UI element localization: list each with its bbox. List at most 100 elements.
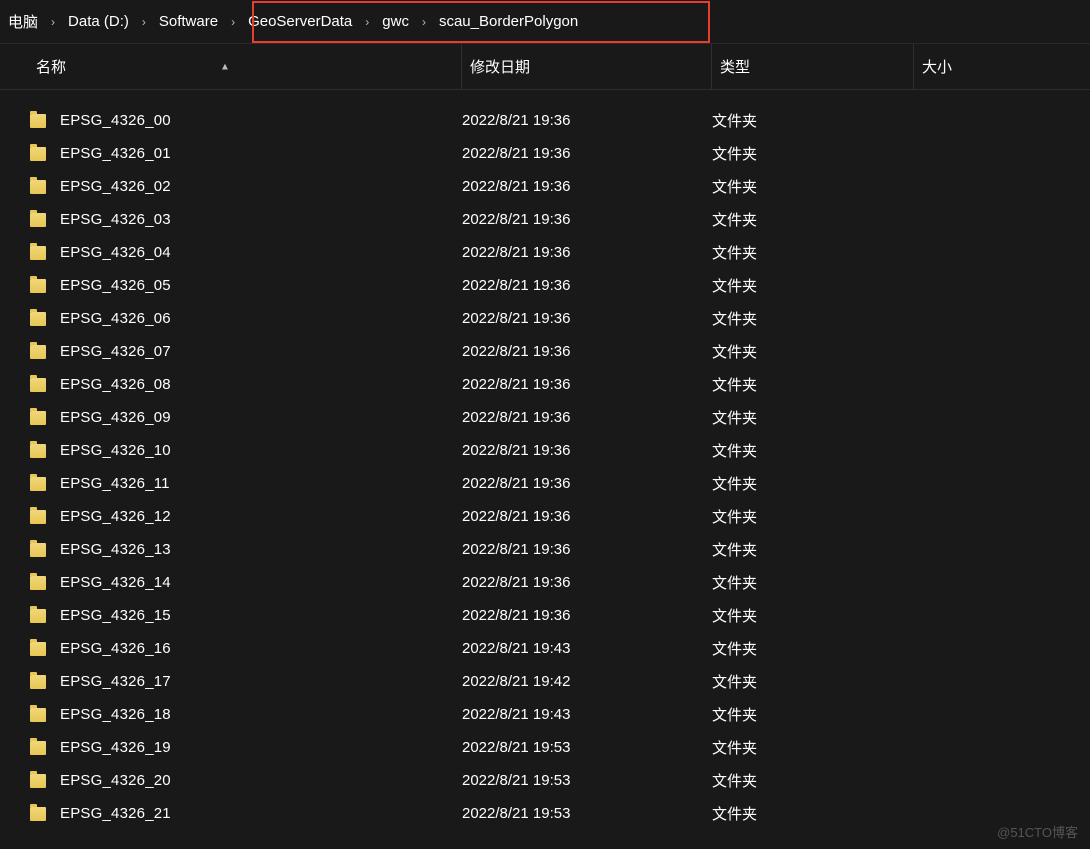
table-row[interactable]: EPSG_4326_142022/8/21 19:36文件夹 xyxy=(0,566,1090,599)
chevron-right-icon[interactable]: › xyxy=(222,15,244,29)
cell-name: EPSG_4326_02 xyxy=(30,178,462,195)
column-header-type[interactable]: 类型 xyxy=(712,44,914,89)
folder-icon xyxy=(30,345,46,359)
folder-icon xyxy=(30,180,46,194)
cell-date: 2022/8/21 19:36 xyxy=(462,178,712,195)
table-row[interactable]: EPSG_4326_07 2022/8/21 19:36文件夹 xyxy=(0,335,1090,368)
table-row[interactable]: EPSG_4326_132022/8/21 19:36文件夹 xyxy=(0,533,1090,566)
breadcrumb-item[interactable]: Data (D:) xyxy=(64,7,133,36)
table-row[interactable]: EPSG_4326_212022/8/21 19:53文件夹 xyxy=(0,797,1090,830)
table-row[interactable]: EPSG_4326_152022/8/21 19:36文件夹 xyxy=(0,599,1090,632)
file-name: EPSG_4326_11 xyxy=(60,475,170,492)
cell-type: 文件夹 xyxy=(712,572,914,593)
breadcrumb-label: Data (D:) xyxy=(68,13,129,30)
table-row[interactable]: EPSG_4326_182022/8/21 19:43文件夹 xyxy=(0,698,1090,731)
cell-type: 文件夹 xyxy=(712,638,914,659)
watermark: @51CTO博客 xyxy=(997,822,1078,841)
breadcrumb-label: GeoServerData xyxy=(248,13,352,30)
cell-name: EPSG_4326_09 xyxy=(30,409,462,426)
file-name: EPSG_4326_19 xyxy=(60,739,171,756)
cell-type: 文件夹 xyxy=(712,341,914,362)
cell-date: 2022/8/21 19:36 xyxy=(462,343,712,360)
file-name: EPSG_4326_07 xyxy=(60,343,171,360)
cell-name: EPSG_4326_05 xyxy=(30,277,462,294)
cell-name: EPSG_4326_17 xyxy=(30,673,462,690)
table-row[interactable]: EPSG_4326_192022/8/21 19:53文件夹 xyxy=(0,731,1090,764)
table-row[interactable]: EPSG_4326_112022/8/21 19:36文件夹 xyxy=(0,467,1090,500)
file-name: EPSG_4326_09 xyxy=(60,409,171,426)
cell-type: 文件夹 xyxy=(712,770,914,791)
file-name: EPSG_4326_14 xyxy=(60,574,171,591)
folder-icon xyxy=(30,114,46,128)
cell-type: 文件夹 xyxy=(712,209,914,230)
breadcrumb-item[interactable]: gwc xyxy=(378,7,413,36)
cell-name: EPSG_4326_08 xyxy=(30,376,462,393)
table-row[interactable]: EPSG_4326_122022/8/21 19:36文件夹 xyxy=(0,500,1090,533)
file-name: EPSG_4326_05 xyxy=(60,277,171,294)
table-row[interactable]: EPSG_4326_162022/8/21 19:43文件夹 xyxy=(0,632,1090,665)
column-header-size[interactable]: 大小 xyxy=(914,44,1090,89)
folder-icon xyxy=(30,477,46,491)
cell-date: 2022/8/21 19:36 xyxy=(462,277,712,294)
breadcrumb-item[interactable]: GeoServerData xyxy=(244,7,356,36)
table-row[interactable]: EPSG_4326_002022/8/21 19:36文件夹 xyxy=(0,104,1090,137)
cell-date: 2022/8/21 19:42 xyxy=(462,673,712,690)
cell-type: 文件夹 xyxy=(712,242,914,263)
chevron-right-icon[interactable]: › xyxy=(42,15,64,29)
breadcrumb-item[interactable]: 电脑 xyxy=(4,5,42,38)
cell-name: EPSG_4326_03 xyxy=(30,211,462,228)
table-row[interactable]: EPSG_4326_06 2022/8/21 19:36文件夹 xyxy=(0,302,1090,335)
column-header-date[interactable]: 修改日期 xyxy=(462,44,712,89)
chevron-right-icon[interactable]: › xyxy=(413,15,435,29)
column-header-label: 名称 xyxy=(36,56,66,77)
folder-icon xyxy=(30,609,46,623)
cell-date: 2022/8/21 19:36 xyxy=(462,508,712,525)
cell-name: EPSG_4326_18 xyxy=(30,706,462,723)
file-name: EPSG_4326_01 xyxy=(60,145,171,162)
cell-date: 2022/8/21 19:36 xyxy=(462,112,712,129)
table-row[interactable]: EPSG_4326_05 2022/8/21 19:36文件夹 xyxy=(0,269,1090,302)
cell-name: EPSG_4326_11 xyxy=(30,475,462,492)
file-name: EPSG_4326_21 xyxy=(60,805,171,822)
table-row[interactable]: EPSG_4326_012022/8/21 19:36文件夹 xyxy=(0,137,1090,170)
table-row[interactable]: EPSG_4326_082022/8/21 19:36文件夹 xyxy=(0,368,1090,401)
folder-icon xyxy=(30,411,46,425)
chevron-right-icon[interactable]: › xyxy=(356,15,378,29)
table-row[interactable]: EPSG_4326_092022/8/21 19:36文件夹 xyxy=(0,401,1090,434)
chevron-right-icon[interactable]: › xyxy=(133,15,155,29)
column-header-label: 修改日期 xyxy=(470,56,530,77)
cell-type: 文件夹 xyxy=(712,803,914,824)
breadcrumb-item[interactable]: scau_BorderPolygon xyxy=(435,7,582,36)
cell-type: 文件夹 xyxy=(712,473,914,494)
cell-name: EPSG_4326_00 xyxy=(30,112,462,129)
file-name: EPSG_4326_04 xyxy=(60,244,171,261)
cell-date: 2022/8/21 19:36 xyxy=(462,310,712,327)
table-row[interactable]: EPSG_4326_042022/8/21 19:36文件夹 xyxy=(0,236,1090,269)
column-header-name[interactable]: 名称 ▲ xyxy=(0,44,462,89)
file-name: EPSG_4326_03 xyxy=(60,211,171,228)
file-name: EPSG_4326_06 xyxy=(60,310,171,327)
cell-date: 2022/8/21 19:36 xyxy=(462,145,712,162)
table-row[interactable]: EPSG_4326_022022/8/21 19:36文件夹 xyxy=(0,170,1090,203)
file-name: EPSG_4326_08 xyxy=(60,376,171,393)
cell-name: EPSG_4326_06 xyxy=(30,310,462,327)
cell-name: EPSG_4326_13 xyxy=(30,541,462,558)
cell-type: 文件夹 xyxy=(712,275,914,296)
cell-type: 文件夹 xyxy=(712,308,914,329)
file-name: EPSG_4326_13 xyxy=(60,541,171,558)
breadcrumb-item[interactable]: Software xyxy=(155,7,222,36)
table-row[interactable]: EPSG_4326_202022/8/21 19:53文件夹 xyxy=(0,764,1090,797)
table-row[interactable]: EPSG_4326_032022/8/21 19:36文件夹 xyxy=(0,203,1090,236)
folder-icon xyxy=(30,708,46,722)
cell-date: 2022/8/21 19:36 xyxy=(462,607,712,624)
file-name: EPSG_4326_15 xyxy=(60,607,171,624)
cell-type: 文件夹 xyxy=(712,539,914,560)
folder-icon xyxy=(30,774,46,788)
folder-icon xyxy=(30,213,46,227)
cell-type: 文件夹 xyxy=(712,704,914,725)
cell-name: EPSG_4326_12 xyxy=(30,508,462,525)
sort-ascending-icon: ▲ xyxy=(220,61,230,72)
table-row[interactable]: EPSG_4326_172022/8/21 19:42文件夹 xyxy=(0,665,1090,698)
table-row[interactable]: EPSG_4326_102022/8/21 19:36文件夹 xyxy=(0,434,1090,467)
cell-date: 2022/8/21 19:36 xyxy=(462,442,712,459)
